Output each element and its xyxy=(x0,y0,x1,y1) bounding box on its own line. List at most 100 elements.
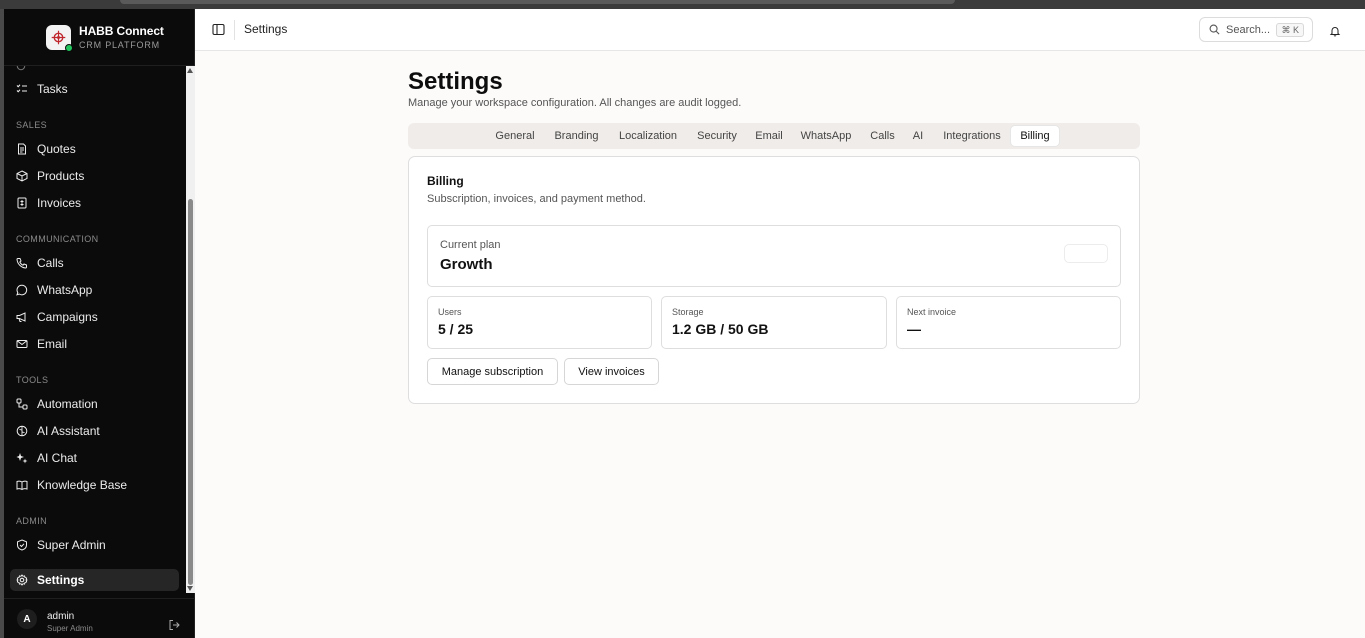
sidebar-item-knowledge-base[interactable]: Knowledge Base xyxy=(10,474,179,496)
stat-value: 5 / 25 xyxy=(438,321,474,337)
sidebar-item-label: Tasks xyxy=(37,82,68,96)
sidebar-item-automation[interactable]: Automation xyxy=(10,393,179,415)
sidebar-item-label: Knowledge Base xyxy=(37,478,128,492)
logo-mark-icon xyxy=(51,30,66,45)
stat-next-invoice: Next invoice — xyxy=(896,296,1121,349)
brand-subtitle: CRM PLATFORM xyxy=(79,40,160,50)
sidebar: HABB Connect CRM PLATFORM Tasks SALES Qu… xyxy=(4,9,195,638)
phone-icon xyxy=(16,257,28,269)
breadcrumb: Settings xyxy=(244,22,288,36)
tab-security[interactable]: Security xyxy=(693,126,741,146)
browser-tab-strip xyxy=(120,0,955,4)
sidebar-item-invoices[interactable]: Invoices xyxy=(10,192,179,214)
stat-label: Storage xyxy=(672,307,704,317)
clipped-nav-item xyxy=(16,66,26,74)
billing-title: Billing xyxy=(427,174,464,188)
logout-icon[interactable] xyxy=(168,618,180,630)
plan-value: Growth xyxy=(440,256,493,273)
page-title: Settings xyxy=(408,68,503,95)
section-label-sales: SALES xyxy=(16,120,48,130)
user-profile[interactable]: A admin Super Admin xyxy=(4,598,195,638)
topbar: Settings Search... ⌘ K xyxy=(195,9,1365,51)
scrollbar-thumb[interactable] xyxy=(188,199,193,585)
sidebar-item-label: AI Assistant xyxy=(37,424,100,438)
sidebar-item-products[interactable]: Products xyxy=(10,165,179,187)
sidebar-item-email[interactable]: Email xyxy=(10,333,179,355)
sidebar-toggle-icon[interactable] xyxy=(212,23,225,36)
sidebar-item-label: Invoices xyxy=(37,196,82,210)
sidebar-item-ai-assistant[interactable]: AI Assistant xyxy=(10,420,179,442)
topbar-divider xyxy=(234,20,235,40)
box-icon xyxy=(16,170,28,182)
stat-users: Users 5 / 25 xyxy=(427,296,652,349)
sidebar-item-label: Products xyxy=(37,169,85,183)
sidebar-item-label: Quotes xyxy=(37,142,76,156)
sidebar-item-label: Automation xyxy=(37,397,98,411)
stat-label: Users xyxy=(438,307,462,317)
app-window: HABB Connect CRM PLATFORM Tasks SALES Qu… xyxy=(4,9,1365,638)
sidebar-item-calls[interactable]: Calls xyxy=(10,252,179,274)
sidebar-item-label: Settings xyxy=(37,573,85,587)
plan-label: Current plan xyxy=(440,239,501,251)
scroll-down-arrow-icon[interactable] xyxy=(187,586,193,591)
sidebar-item-label: WhatsApp xyxy=(37,283,93,297)
avatar: A xyxy=(17,609,37,629)
section-label-communication: COMMUNICATION xyxy=(16,234,99,244)
keyboard-shortcut-badge: ⌘ K xyxy=(1276,23,1304,37)
tab-general[interactable]: General xyxy=(492,126,538,146)
document-icon xyxy=(16,143,28,155)
sidebar-item-super-admin[interactable]: Super Admin xyxy=(10,534,179,556)
settings-tabs: General Branding Localization Security E… xyxy=(408,123,1140,149)
view-invoices-button[interactable]: View invoices xyxy=(564,358,659,385)
tab-localization[interactable]: Localization xyxy=(614,126,682,146)
brand-name: HABB Connect xyxy=(79,24,164,38)
tab-billing[interactable]: Billing xyxy=(1011,126,1059,146)
book-icon xyxy=(16,479,28,491)
gear-icon xyxy=(16,574,28,586)
tab-ai[interactable]: AI xyxy=(908,126,928,146)
tab-calls[interactable]: Calls xyxy=(867,126,898,146)
billing-subtitle: Subscription, invoices, and payment meth… xyxy=(427,193,646,205)
stat-value: — xyxy=(907,321,921,337)
user-name: admin xyxy=(47,611,75,622)
main-content: Settings Search... ⌘ K Settings Manage y… xyxy=(195,9,1365,638)
online-status-dot xyxy=(65,44,73,52)
section-label-tools: TOOLS xyxy=(16,375,49,385)
brain-icon xyxy=(16,425,28,437)
current-plan-panel: Current plan Growth xyxy=(427,225,1121,287)
megaphone-icon xyxy=(16,311,28,323)
brand-header[interactable]: HABB Connect CRM PLATFORM xyxy=(4,9,194,66)
bell-icon[interactable] xyxy=(1329,24,1341,37)
sidebar-item-settings[interactable]: Settings xyxy=(10,569,179,591)
sidebar-item-tasks[interactable]: Tasks xyxy=(10,78,179,100)
stat-label: Next invoice xyxy=(907,307,957,317)
billing-card: Billing Subscription, invoices, and paym… xyxy=(408,156,1140,404)
brand-logo xyxy=(46,25,73,52)
search-icon xyxy=(1209,24,1220,35)
stat-value: 1.2 GB / 50 GB xyxy=(672,321,769,337)
sidebar-item-campaigns[interactable]: Campaigns xyxy=(10,306,179,328)
tab-branding[interactable]: Branding xyxy=(550,126,603,146)
search-placeholder: Search... xyxy=(1226,23,1271,36)
sidebar-item-label: Super Admin xyxy=(37,538,106,552)
tab-email[interactable]: Email xyxy=(752,126,786,146)
manage-subscription-button[interactable]: Manage subscription xyxy=(427,358,558,385)
tab-integrations[interactable]: Integrations xyxy=(938,126,1006,146)
sidebar-item-quotes[interactable]: Quotes xyxy=(10,138,179,160)
sidebar-nav: Tasks SALES Quotes Products Invoices COM… xyxy=(4,66,186,593)
sidebar-item-whatsapp[interactable]: WhatsApp xyxy=(10,279,179,301)
shield-icon xyxy=(16,539,28,551)
section-label-admin: ADMIN xyxy=(16,516,47,526)
plan-badge xyxy=(1064,244,1108,263)
sidebar-scrollbar[interactable] xyxy=(186,66,195,593)
stat-storage: Storage 1.2 GB / 50 GB xyxy=(661,296,887,349)
search-input[interactable]: Search... ⌘ K xyxy=(1199,17,1313,42)
scroll-up-arrow-icon[interactable] xyxy=(187,68,193,73)
tasks-icon xyxy=(16,83,28,95)
page-subtitle: Manage your workspace configuration. All… xyxy=(408,97,742,109)
mail-icon xyxy=(16,338,28,350)
tab-whatsapp[interactable]: WhatsApp xyxy=(796,126,856,146)
sidebar-item-ai-chat[interactable]: AI Chat xyxy=(10,447,179,469)
sidebar-item-label: Campaigns xyxy=(37,310,98,324)
sidebar-item-label: Calls xyxy=(37,256,64,270)
